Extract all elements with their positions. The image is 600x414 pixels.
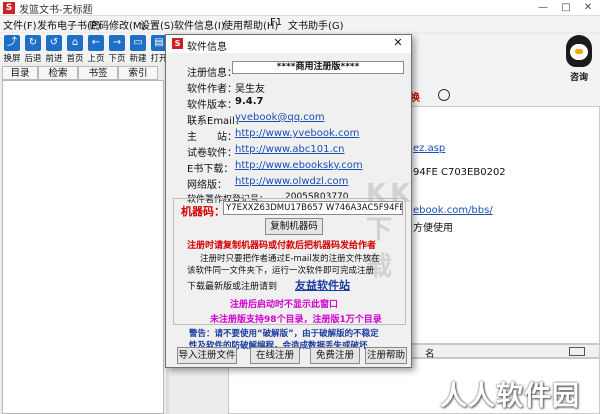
- netedition-link[interactable]: http://www.olwdzl.com: [235, 176, 348, 187]
- download-prefix: 下载最新版或注册请到: [187, 282, 278, 292]
- notice-startup: 注册后启动时不显示此窗口: [230, 300, 339, 310]
- doc-link-line[interactable]: ebook.com/bbs/: [413, 205, 493, 216]
- toolbar-label: 后退: [24, 54, 42, 64]
- next-page-icon: →: [109, 35, 125, 51]
- register-help-button[interactable]: 注册帮助: [365, 347, 407, 364]
- machine-code-field[interactable]: Y7EXXZ63DMU17B657 W746A3AC5F94FE C703EB0…: [223, 201, 403, 215]
- toolbar-next-page-button[interactable]: → 下页: [107, 33, 127, 64]
- qq-consult-label: 咨询: [569, 73, 588, 83]
- toolbar-exit-button[interactable]: ⤴ 换屏: [2, 33, 22, 64]
- tab-index[interactable]: 索引: [118, 66, 158, 80]
- reg-info-label: 注册信息：: [187, 68, 237, 79]
- new-icon: ▭: [130, 35, 146, 51]
- toolbar-label: 换屏: [3, 54, 21, 64]
- tab-contents[interactable]: 目录: [2, 66, 38, 80]
- menu-file[interactable]: 文件(F): [3, 17, 37, 32]
- toolbar-label: 前进: [45, 54, 63, 64]
- dialog-close-button[interactable]: ✕: [389, 36, 407, 52]
- toolbar-label: 新建: [129, 54, 147, 64]
- doc-text-line: 94FE C703EB0202: [413, 167, 506, 178]
- menu-settings[interactable]: 设置(S): [140, 17, 174, 32]
- machine-code-label: 机器码：: [181, 205, 225, 218]
- qq-penguin-icon: [566, 35, 592, 67]
- qq-consult-button[interactable]: 咨询: [560, 34, 598, 84]
- trial-label: 试卷软件：: [187, 148, 237, 159]
- tab-search[interactable]: 检索: [38, 66, 78, 80]
- toolbar-home-button[interactable]: ⌂ 首页: [65, 33, 85, 64]
- left-tabs: 目录 检索 书签 索引: [2, 66, 164, 80]
- site-link[interactable]: http://www.yvebook.com: [235, 128, 359, 139]
- toolbar-forward-button[interactable]: ↺ 前进: [44, 33, 64, 64]
- site-label: 主 站：: [187, 132, 237, 143]
- toolbar-prev-page-button[interactable]: ← 上页: [86, 33, 106, 64]
- toolbar-new-button[interactable]: ▭ 新建: [128, 33, 148, 64]
- doc-bottom-bar: 名: [410, 344, 600, 360]
- prev-page-icon: ←: [88, 35, 104, 51]
- notice-register-file-1: 注册时只要把作者通过E-mail发的注册文件放在: [200, 254, 380, 264]
- notice-register-file-2: 该软件同一文件夹下，运行一次软件即可完成注册: [187, 266, 375, 276]
- version-label: 软件版本：: [187, 100, 237, 111]
- forward-icon: ↺: [46, 35, 62, 51]
- dialog-app-icon: S: [172, 38, 183, 49]
- notice-directory-limit: 未注册版支持98个目录，注册版1万个目录: [210, 315, 382, 325]
- menu-assistant[interactable]: 文书助手(G): [288, 17, 344, 32]
- version-value: 9.4.7: [235, 96, 264, 107]
- trial-link[interactable]: http://www.abc101.cn: [235, 144, 345, 155]
- menu-password[interactable]: 密码修改(M): [89, 17, 145, 32]
- warning-line-1: 警告：请不要使用“破解版”，由于破解版的不稳定: [189, 329, 379, 339]
- doc-text-line: 方便使用: [413, 223, 453, 234]
- doc-link-line[interactable]: ez.asp: [413, 143, 445, 154]
- minimize-button[interactable]: —: [532, 0, 554, 16]
- dialog-title: 软件信息: [187, 42, 227, 53]
- toolbar-back-button[interactable]: ↻ 后退: [23, 33, 43, 64]
- toolbar-label: 上页: [87, 54, 105, 64]
- dialog-title-bar: S 软件信息 ✕: [166, 35, 411, 53]
- site-watermark: 人人软件园: [440, 381, 580, 412]
- download-link[interactable]: 友益软件站: [295, 277, 350, 293]
- maximize-button[interactable]: □: [555, 0, 577, 16]
- app-icon: S: [3, 2, 15, 14]
- title-bar: S 发篮文书-无标题 — □ ✕: [0, 0, 600, 16]
- close-window-button[interactable]: ✕: [577, 0, 599, 16]
- contents-tree[interactable]: [2, 80, 164, 414]
- right-toolbar: 换: [410, 86, 600, 106]
- free-register-button[interactable]: 免费注册: [310, 347, 360, 364]
- import-reg-file-button[interactable]: 导入注册文件: [177, 347, 237, 364]
- notice-copy-code: 注册时请复制机器码或付款后把机器码发给作者: [187, 241, 377, 251]
- clock-icon[interactable]: [438, 89, 450, 101]
- online-register-button[interactable]: 在线注册: [250, 347, 300, 364]
- home-icon: ⌂: [67, 35, 83, 51]
- back-icon: ↻: [25, 35, 41, 51]
- exit-icon: ⤴: [4, 35, 20, 51]
- reg-info-value: ****商用注册版****: [232, 61, 404, 74]
- author-value: 吴生友: [235, 84, 265, 95]
- tab-bookmarks[interactable]: 书签: [78, 66, 118, 80]
- toolbar-label: 下页: [108, 54, 126, 64]
- ebook-link[interactable]: http://www.ebooksky.com: [235, 160, 363, 171]
- window-title: 发篮文书-无标题: [19, 5, 93, 16]
- author-label: 软件作者：: [187, 84, 237, 95]
- menu-bar: 文件(F) 发布电子书(P) 密码修改(M) 设置(S) 软件信息(I) 使用帮…: [0, 16, 600, 32]
- toolbar: ⤴ 换屏 ↻ 后退 ↺ 前进 ⌂ 首页 ← 上页 → 下页 ▭ 新建 ▤ 打开: [0, 33, 170, 64]
- netedition-label: 网络版：: [187, 180, 227, 191]
- toolbar-label: 首页: [66, 54, 84, 64]
- software-info-dialog: S 软件信息 ✕ 注册信息： ****商用注册版**** 软件作者： 吴生友 软…: [165, 34, 412, 368]
- copy-machine-code-button[interactable]: 复制机器码: [265, 218, 323, 235]
- document-pane[interactable]: ez.asp 94FE C703EB0202 ebook.com/bbs/ 方便…: [410, 106, 600, 344]
- email-link[interactable]: yvebook@qq.com: [235, 112, 325, 123]
- ebook-label: E书下载：: [187, 164, 234, 175]
- menu-software-info[interactable]: 软件信息(I): [174, 17, 225, 32]
- menu-f1[interactable]: F1: [270, 17, 282, 28]
- view-dropdown[interactable]: [569, 347, 585, 356]
